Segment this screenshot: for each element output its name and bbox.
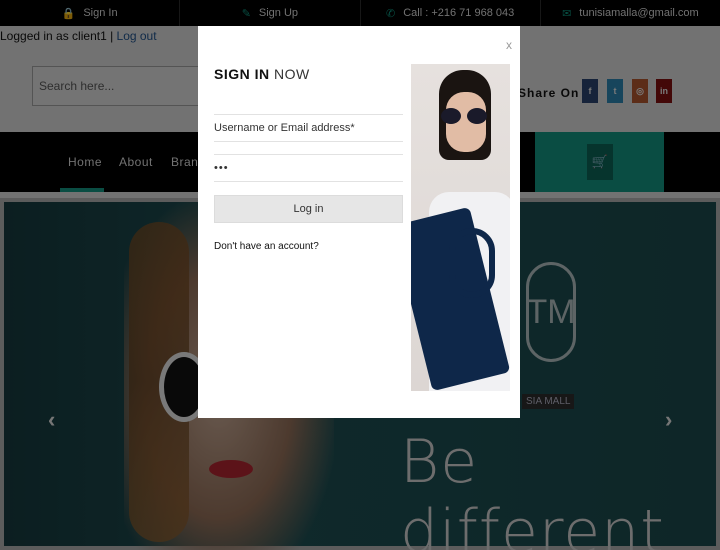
- username-placeholder: Username or Email address*: [214, 122, 355, 134]
- modal-title: SIGN IN NOW: [214, 66, 310, 82]
- close-icon[interactable]: x: [506, 38, 512, 52]
- username-field[interactable]: Username or Email address*: [214, 114, 403, 142]
- photo-handbag-handle: [449, 228, 495, 298]
- login-button[interactable]: Log in: [214, 195, 403, 223]
- sign-in-modal: x SIGN IN NOW Username or Email address*…: [198, 26, 520, 418]
- password-value: •••: [214, 162, 229, 174]
- password-field[interactable]: •••: [214, 154, 403, 182]
- login-button-label: Log in: [293, 203, 324, 215]
- no-account-link[interactable]: Don't have an account?: [214, 241, 319, 252]
- modal-title-rest: NOW: [269, 66, 310, 82]
- photo-sunglasses: [441, 108, 489, 124]
- model-photo: [411, 64, 510, 391]
- modal-title-bold: SIGN IN: [214, 66, 270, 82]
